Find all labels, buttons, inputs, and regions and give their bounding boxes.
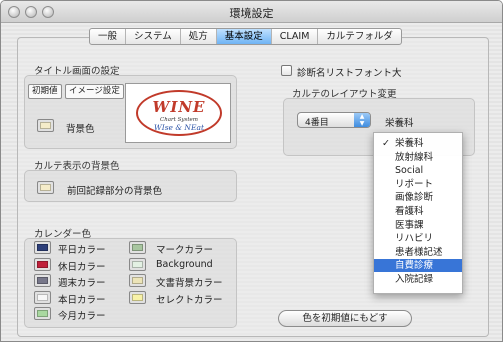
calendar-left-label: 休日カラー <box>58 261 106 273</box>
calendar-right-label: 文書背景カラー <box>156 278 223 289</box>
menu-item-label: 自費診療 <box>395 260 434 272</box>
calendar-left-swatch[interactable] <box>34 257 51 271</box>
initial-value-button[interactable]: 初期値 <box>28 84 62 99</box>
diag-font-label: 診断名リストフォント大 <box>297 68 402 79</box>
calendar-right-label: マークカラー <box>156 245 214 256</box>
department-dropdown-menu: ✓ 栄養科放射線科 Social リポート画像診断看護科医事課リハビリ 患者様記述自費診… <box>373 132 463 294</box>
menu-item[interactable]: 放射線科 <box>374 151 462 164</box>
calendar-right-label: セレクトカラー <box>156 294 223 306</box>
layout-current-label: 栄養科 <box>385 118 414 129</box>
tab-bar: 一般 システム 処方 基本設定 CLAIM カルテフォルダ <box>89 28 402 45</box>
tab-system[interactable]: システム <box>126 29 181 44</box>
calendar-right-swatch-fill <box>132 277 143 284</box>
menu-item-label: 患者様記述 <box>395 246 443 258</box>
checkmark-icon: ✓ <box>382 138 390 149</box>
karte-bg-color-swatch[interactable] <box>37 181 54 194</box>
menu-item[interactable]: 患者様記述 <box>374 246 462 259</box>
calendar-right-swatch-fill <box>132 244 143 251</box>
menu-item[interactable]: 入院記録 <box>374 273 462 286</box>
tab-claim[interactable]: CLAIM <box>272 29 319 44</box>
title-bg-color-fill <box>40 122 51 129</box>
menu-item-label: リポート <box>395 178 434 190</box>
calendar-left-label: 今月カラー <box>58 311 106 322</box>
layout-position-popup[interactable]: 4番目 ▲ ▼ <box>297 112 371 128</box>
menu-item-label: 画像診断 <box>395 192 434 204</box>
menu-item[interactable]: 自費診療 <box>374 259 462 273</box>
calendar-right-label: Background <box>156 258 213 270</box>
calendar-left-swatch-fill <box>37 244 48 251</box>
tab-prescription[interactable]: 処方 <box>181 29 217 44</box>
calendar-right-swatch[interactable] <box>129 241 146 254</box>
karte-bg-color-label: 前回記録部分の背景色 <box>67 186 163 197</box>
calendar-right-swatch[interactable] <box>129 257 146 271</box>
calendar-left-label: 平日カラー <box>58 245 106 256</box>
image-settings-button[interactable]: イメージ設定 <box>65 84 124 99</box>
menu-item[interactable]: 医事課 <box>374 219 462 232</box>
menu-item-label: 医事課 <box>395 219 424 231</box>
calendar-left-swatch[interactable] <box>34 290 51 304</box>
menu-item-label: 入院記録 <box>395 274 434 285</box>
calendar-right-swatch[interactable] <box>129 274 146 287</box>
menu-item[interactable]: 画像診断 <box>374 191 462 204</box>
diag-font-checkbox[interactable] <box>281 65 292 76</box>
calendar-right-swatch[interactable] <box>129 290 146 304</box>
menu-item-label: 放射線科 <box>395 151 434 163</box>
calendar-left-swatch[interactable] <box>34 274 51 287</box>
reset-colors-button[interactable]: 色を初期値にもどす <box>278 310 412 327</box>
menu-item[interactable]: 看護科 <box>374 205 462 218</box>
layout-position-value: 4番目 <box>305 118 329 128</box>
window-title: 環境設定 <box>229 7 274 20</box>
title-bar: 環境設定 <box>1 1 502 23</box>
title-logo-preview: WINE Chart System WIse & NEat <box>125 83 231 143</box>
menu-item-label: 看護科 <box>395 206 424 217</box>
calendar-left-label: 本日カラー <box>58 294 106 306</box>
tab-general[interactable]: 一般 <box>90 29 127 44</box>
tab-karte-folder[interactable]: カルテフォルダ <box>318 29 401 44</box>
title-bg-color-swatch[interactable] <box>37 119 54 132</box>
calendar-left-swatch-fill <box>37 277 48 284</box>
title-bg-color-label: 背景色 <box>66 124 95 135</box>
calendar-left-swatch-fill <box>37 310 48 317</box>
karte-bg-color-fill <box>40 184 51 191</box>
calendar-left-swatch[interactable] <box>34 307 51 320</box>
calendar-right-swatch-fill <box>132 260 143 268</box>
preferences-window: 環境設定 一般 システム 処方 基本設定 CLAIM カルテフォルダ タイトル画… <box>0 0 503 342</box>
menu-item-label: リハビリ <box>395 233 434 245</box>
menu-item[interactable]: Social <box>374 164 462 177</box>
popup-arrows-icon: ▲ ▼ <box>354 113 370 127</box>
menu-item[interactable]: ✓ 栄養科 <box>374 137 462 150</box>
logo-tagline: WIse & NEat <box>154 123 204 132</box>
menu-item-label: 栄養科 <box>395 138 424 149</box>
calendar-left-swatch[interactable] <box>34 241 51 254</box>
calendar-left-label: 週末カラー <box>58 278 106 289</box>
menu-item[interactable]: リポート <box>374 178 462 191</box>
calendar-left-swatch-fill <box>37 260 48 268</box>
calendar-left-swatch-fill <box>37 293 48 301</box>
logo-wine-text: WINE <box>152 98 206 116</box>
calendar-right-swatch-fill <box>132 293 143 301</box>
tab-basic-settings[interactable]: 基本設定 <box>216 29 272 44</box>
logo-oval: WINE Chart System WIse & NEat <box>136 90 222 136</box>
menu-item-label: Social <box>395 165 424 177</box>
menu-item[interactable]: リハビリ <box>374 232 462 245</box>
